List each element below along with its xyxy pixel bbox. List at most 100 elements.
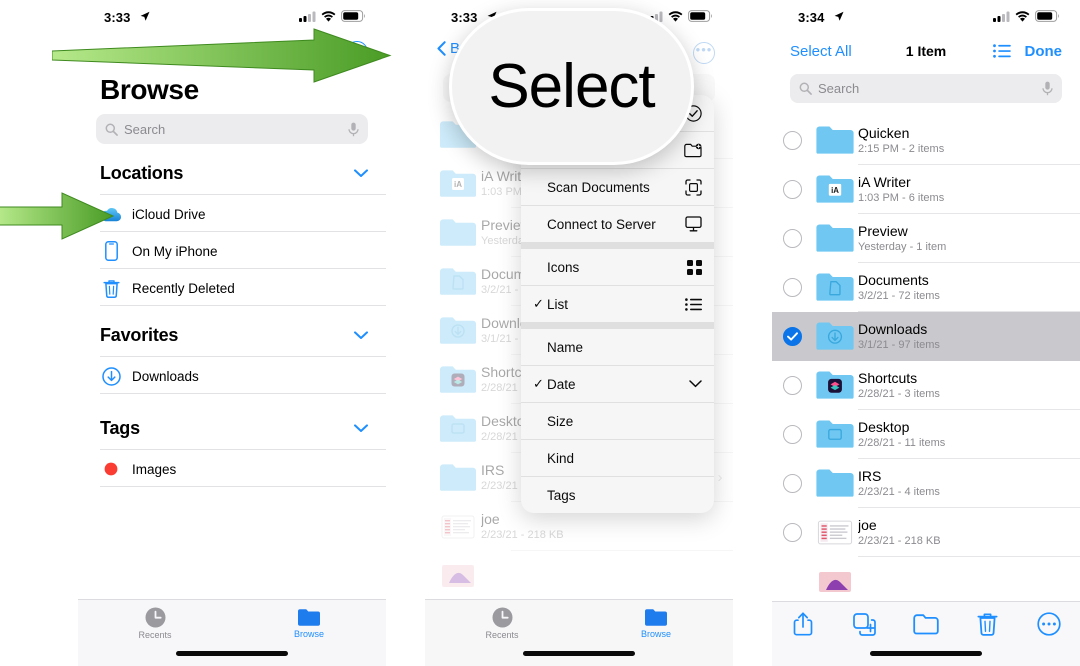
chevron-down-icon[interactable]	[354, 424, 368, 433]
divider	[100, 231, 386, 232]
more-options-button[interactable]: •••	[346, 41, 368, 63]
table-row[interactable]: Quicken 2:15 PM - 2 items	[772, 116, 1080, 165]
row-checkbox[interactable]	[772, 131, 812, 150]
section-title: Locations	[100, 163, 184, 183]
file-meta: 2/28/21 - 11 items	[858, 437, 946, 449]
divider	[100, 194, 386, 195]
row-checkbox[interactable]	[772, 327, 812, 346]
table-row[interactable]: Downloads 3/1/21 - 97 items	[772, 312, 1080, 361]
tab-browse[interactable]: Browse	[579, 600, 733, 646]
tab-browse[interactable]: Browse	[232, 600, 386, 646]
row-checkbox[interactable]	[772, 474, 812, 493]
menu-label: Scan Documents	[547, 179, 650, 195]
menu-item-scan-documents[interactable]: Scan Documents	[521, 169, 714, 205]
file-list: Quicken 2:15 PM - 2 items iA iA Writer 1…	[772, 116, 1080, 606]
menu-item-icons[interactable]: Icons	[521, 249, 714, 285]
delete-button[interactable]	[957, 612, 1019, 636]
document-thumbnail-icon	[812, 518, 858, 547]
divider	[100, 486, 386, 487]
table-row[interactable]: Desktop 2/28/21 - 11 items	[772, 410, 1080, 459]
folder-plain-icon	[435, 463, 481, 493]
clock-icon	[145, 607, 165, 627]
menu-label: Name	[547, 339, 584, 355]
divider	[100, 393, 386, 394]
red-dot-icon	[100, 462, 122, 476]
search-input[interactable]: Search	[96, 114, 368, 144]
menu-item-connect-to-server[interactable]: Connect to Server	[521, 206, 714, 242]
row-checkbox[interactable]	[772, 180, 812, 199]
chevron-down-icon[interactable]	[354, 331, 368, 340]
trash-icon	[977, 613, 998, 636]
sidebar-item-downloads[interactable]: Downloads	[100, 358, 386, 394]
status-bar: 3:33	[78, 0, 386, 34]
magnified-callout-select: Select	[449, 8, 694, 165]
clock-icon	[492, 607, 512, 627]
download-circle-icon	[100, 366, 122, 386]
folder-icon	[645, 608, 667, 626]
svg-text:iA: iA	[454, 180, 462, 189]
file-name	[481, 568, 733, 584]
row-checkbox[interactable]	[772, 376, 812, 395]
tab-recents[interactable]: Recents	[78, 600, 232, 646]
chevron-down-icon[interactable]	[354, 169, 368, 178]
file-name: IRS	[858, 468, 882, 484]
row-checkbox[interactable]	[772, 229, 812, 248]
status-bar: 3:34	[772, 0, 1080, 34]
table-row[interactable]: iA iA Writer 1:03 PM - 6 items	[772, 165, 1080, 214]
more-options-button[interactable]	[1018, 612, 1080, 636]
table-row[interactable]: Shortcuts 2/28/21 - 3 items	[772, 361, 1080, 410]
sidebar-item-images-tag[interactable]: Images	[100, 451, 386, 487]
tab-recents[interactable]: Recents	[425, 600, 579, 646]
folder-ia-writer-icon: iA	[812, 174, 858, 205]
phone-panel-selection-mode: 3:34 Select All 1 Item Done Search Quick…	[772, 0, 1080, 666]
table-row[interactable]: IRS 2/23/21 - 4 items	[772, 459, 1080, 508]
home-indicator	[176, 651, 288, 656]
menu-item-date[interactable]: ✓ Date	[521, 366, 714, 402]
menu-item-kind[interactable]: Kind	[521, 440, 714, 476]
done-button[interactable]: Done	[1025, 43, 1063, 60]
menu-item-size[interactable]: Size	[521, 403, 714, 439]
file-name: Downloads	[858, 321, 928, 337]
menu-item-list[interactable]: ✓ List	[521, 286, 714, 322]
status-time: 3:34	[798, 10, 825, 25]
more-options-button[interactable]: •••	[693, 42, 715, 64]
action-toolbar	[772, 601, 1080, 666]
list-item[interactable]	[425, 551, 733, 600]
folder-documents-icon	[812, 272, 858, 303]
selection-nav-bar: Select All 1 Item Done	[772, 36, 1080, 66]
search-icon	[105, 123, 118, 136]
menu-item-name[interactable]: Name	[521, 329, 714, 365]
duplicate-icon	[853, 612, 876, 636]
chevron-down-icon	[680, 380, 702, 388]
row-checkbox[interactable]	[772, 523, 812, 542]
more-circle-icon	[1037, 612, 1061, 636]
microphone-icon	[348, 122, 359, 136]
row-checkbox[interactable]	[772, 278, 812, 297]
wifi-icon	[321, 10, 336, 22]
table-row[interactable]: Preview Yesterday - 1 item	[772, 214, 1080, 263]
folder-desktop-icon	[812, 419, 858, 450]
sidebar-item-label: Downloads	[132, 368, 199, 384]
tab-bar: Recents Browse	[425, 599, 733, 666]
sidebar-item-on-my-iphone[interactable]: On My iPhone	[100, 233, 386, 269]
battery-icon	[1035, 10, 1059, 22]
file-meta: 2/23/21 - 4 items	[858, 486, 940, 498]
move-to-folder-button[interactable]	[895, 613, 957, 635]
view-toggle-list-icon[interactable]	[992, 44, 1012, 58]
file-meta: 3/2/21 - 72 items	[858, 290, 940, 302]
table-row[interactable]	[772, 557, 1080, 606]
menu-item-tags[interactable]: Tags	[521, 477, 714, 513]
tab-bar: Recents Browse	[78, 599, 386, 666]
sidebar-item-icloud-drive[interactable]: iCloud Drive	[100, 196, 386, 232]
sidebar-item-recently-deleted[interactable]: Recently Deleted	[100, 270, 386, 306]
table-row[interactable]: Documents 3/2/21 - 72 items	[772, 263, 1080, 312]
list-icon	[680, 297, 702, 311]
duplicate-button[interactable]	[834, 612, 896, 636]
row-checkbox[interactable]	[772, 425, 812, 444]
chevron-left-icon	[437, 41, 446, 56]
tab-label: Browse	[293, 628, 324, 639]
search-input[interactable]: Search	[790, 74, 1062, 103]
table-row[interactable]: joe 2/23/21 - 218 KB	[772, 508, 1080, 557]
share-button[interactable]	[772, 612, 834, 636]
more-dots-icon: •••	[348, 40, 366, 55]
